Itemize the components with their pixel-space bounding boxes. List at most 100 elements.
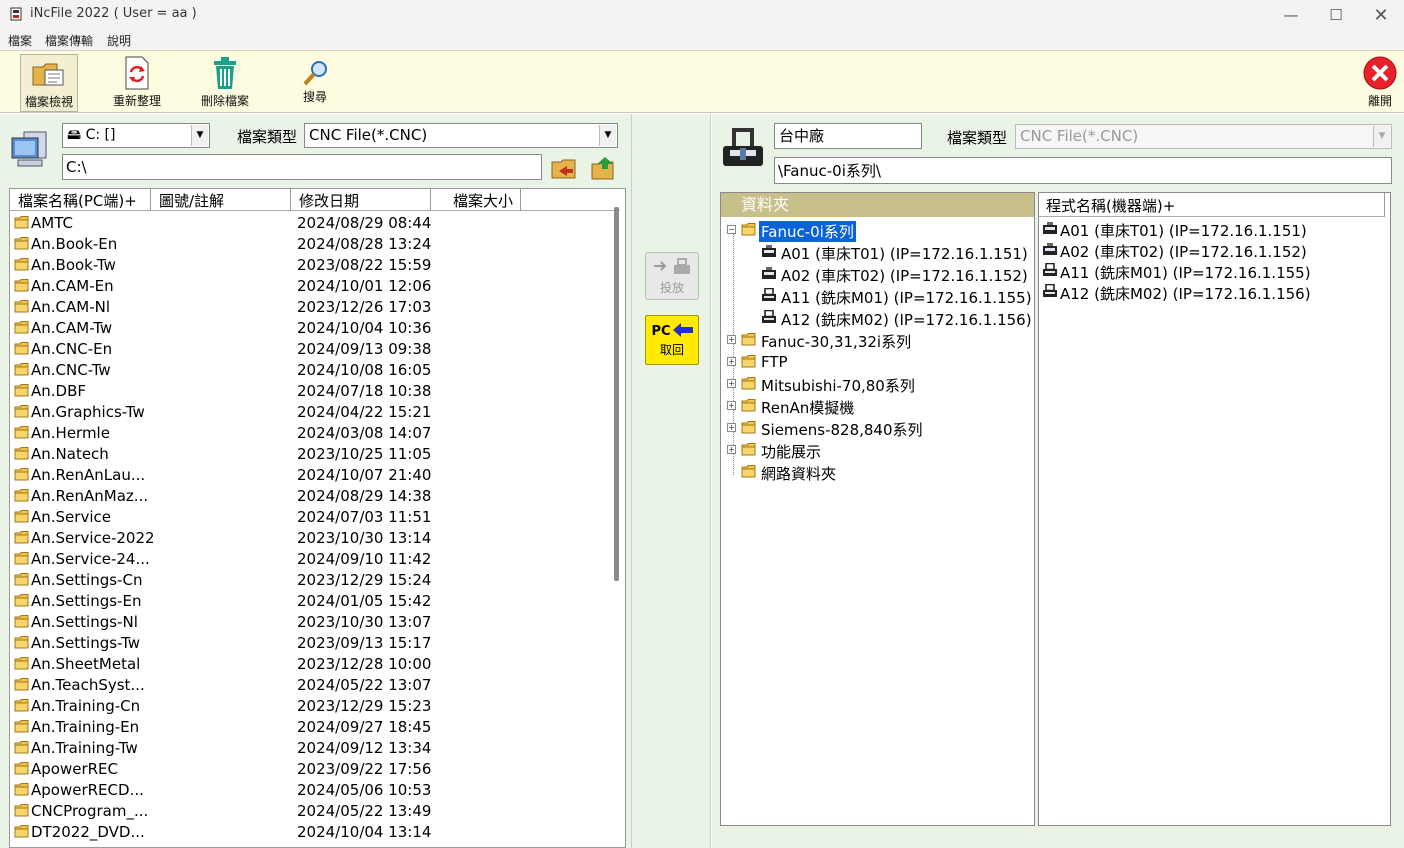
file-row[interactable]: An.SheetMetal 2023/12/28 10:00 — [10, 653, 610, 674]
refresh-button[interactable]: 重新整理 — [108, 54, 166, 112]
file-row[interactable]: An.Settings-En 2024/01/05 15:42 — [10, 590, 610, 611]
file-row[interactable]: An.RenAnMaz... 2024/08/29 14:38 — [10, 485, 610, 506]
folder-tree-header: 資料夾 — [721, 193, 1034, 217]
chevron-down-icon[interactable]: ▼ — [599, 125, 616, 146]
tree-folder-node[interactable]: + Siemens-828,840系列 — [721, 417, 1034, 439]
file-row[interactable]: An.Graphics-Tw 2024/04/22 15:21 — [10, 401, 610, 422]
file-date: 2023/09/13 15:17 — [297, 634, 432, 652]
tree-machine-node[interactable]: A11 (銑床M01) (IP=172.16.1.155) — [721, 285, 1034, 307]
file-row[interactable]: An.DBF 2024/07/18 10:38 — [10, 380, 610, 401]
file-row[interactable]: An.Settings-Nl 2023/10/30 13:07 — [10, 611, 610, 632]
file-row[interactable]: An.CAM-Nl 2023/12/26 17:03 — [10, 296, 610, 317]
tree-folder-node[interactable]: − Fanuc-0i系列 — [721, 219, 1034, 242]
folder-view-icon — [31, 55, 67, 93]
file-row[interactable]: An.Service-24... 2024/09/10 11:42 — [10, 548, 610, 569]
file-name: An.Settings-En — [31, 592, 142, 610]
receive-to-pc-button[interactable]: PC 取回 — [645, 315, 699, 365]
tree-folder-node[interactable]: 網路資料夾 — [721, 461, 1034, 483]
close-window-button[interactable]: ✕ — [1358, 0, 1404, 30]
file-row[interactable]: An.Training-En 2024/09/27 18:45 — [10, 716, 610, 737]
trash-icon — [211, 54, 239, 92]
file-date: 2024/07/18 10:38 — [297, 382, 432, 400]
exit-button[interactable]: 離開 — [1359, 54, 1401, 112]
program-row[interactable]: A11 (銑床M01) (IP=172.16.1.155) — [1039, 261, 1385, 282]
file-row[interactable]: An.TeachSyst... 2024/05/22 13:07 — [10, 674, 610, 695]
file-row[interactable]: An.Service 2024/07/03 11:51 — [10, 506, 610, 527]
file-date: 2024/10/04 10:36 — [297, 319, 432, 337]
file-row[interactable]: CNCProgram_... 2024/05/22 13:49 — [10, 800, 610, 821]
file-type-select[interactable]: CNC File(*.CNC) ▼ — [304, 123, 618, 148]
file-row[interactable]: An.Settings-Tw 2023/09/13 15:17 — [10, 632, 610, 653]
factory-input[interactable]: 台中廠 — [774, 123, 922, 149]
file-name: AMTC — [31, 214, 73, 232]
view-files-button[interactable]: 檔案檢視 — [20, 54, 78, 112]
file-name: An.DBF — [31, 382, 87, 400]
expand-icon[interactable]: + — [727, 445, 736, 454]
pc-file-list[interactable]: 檔案名稱(PC端)+ 圖號/註解 修改日期 檔案大小 AMTC 2024/08/2… — [9, 188, 626, 848]
delete-file-button[interactable]: 刪除檔案 — [196, 54, 254, 112]
file-row[interactable]: An.Book-Tw 2023/08/22 15:59 — [10, 254, 610, 275]
menu-file[interactable]: 檔案 — [8, 32, 32, 49]
expand-icon[interactable]: + — [727, 423, 736, 432]
expand-icon[interactable]: + — [727, 401, 736, 410]
file-list-scrollbar[interactable] — [614, 207, 619, 581]
file-row[interactable]: An.CAM-Tw 2024/10/04 10:36 — [10, 317, 610, 338]
expand-icon[interactable]: + — [727, 357, 736, 366]
tree-machine-node[interactable]: A12 (銑床M02) (IP=172.16.1.156) — [721, 307, 1034, 329]
machine-file-type-label: 檔案類型 — [947, 129, 1008, 147]
column-note[interactable]: 圖號/註解 — [151, 189, 291, 211]
file-row[interactable]: An.CAM-En 2024/10/01 12:06 — [10, 275, 610, 296]
file-row[interactable]: An.RenAnLau... 2024/10/07 21:40 — [10, 464, 610, 485]
tree-folder-node[interactable]: + RenAn模擬機 — [721, 395, 1034, 417]
file-row[interactable]: An.Book-En 2024/08/28 13:24 — [10, 233, 610, 254]
file-row[interactable]: ApowerRECD... 2024/05/06 10:53 — [10, 779, 610, 800]
chevron-down-icon[interactable]: ▼ — [1373, 126, 1390, 147]
program-row[interactable]: A02 (車床T02) (IP=172.16.1.152) — [1039, 240, 1385, 261]
file-row[interactable]: DT2022_DVD... 2024/10/04 13:14 — [10, 821, 610, 842]
file-row[interactable]: An.Settings-Cn 2023/12/29 15:24 — [10, 569, 610, 590]
file-row[interactable]: An.Training-Cn 2023/12/29 15:23 — [10, 695, 610, 716]
menu-transfer[interactable]: 檔案傳輸 — [45, 32, 93, 49]
refresh-icon — [122, 54, 152, 92]
file-name: An.Graphics-Tw — [31, 403, 145, 421]
program-row[interactable]: A12 (銑床M02) (IP=172.16.1.156) — [1039, 282, 1385, 303]
program-row[interactable]: A01 (車床T01) (IP=172.16.1.151) — [1039, 219, 1385, 240]
maximize-button[interactable]: ☐ — [1313, 0, 1359, 30]
tree-folder-node[interactable]: + 功能展示 — [721, 439, 1034, 461]
file-row[interactable]: An.Natech 2023/10/25 11:05 — [10, 443, 610, 464]
folder-up-icon[interactable] — [551, 158, 579, 184]
folder-open-icon[interactable] — [591, 156, 617, 184]
file-row[interactable]: An.Hermle 2024/03/08 14:07 — [10, 422, 610, 443]
collapse-icon[interactable]: − — [727, 225, 736, 234]
tree-machine-node[interactable]: A02 (車床T02) (IP=172.16.1.152) — [721, 263, 1034, 285]
tree-folder-node[interactable]: + Fanuc-30,31,32i系列 — [721, 329, 1034, 351]
search-button[interactable]: 搜尋 — [294, 54, 336, 112]
program-list-panel[interactable]: 程式名稱(機器端)+ A01 (車床T01) (IP=172.16.1.151)… — [1038, 192, 1391, 826]
chevron-down-icon[interactable]: ▼ — [191, 125, 208, 146]
minimize-button[interactable]: — — [1268, 0, 1314, 30]
file-row[interactable]: An.CNC-En 2024/09/13 09:38 — [10, 338, 610, 359]
tree-folder-node[interactable]: + Mitsubishi-70,80系列 — [721, 373, 1034, 395]
menu-help[interactable]: 說明 — [107, 32, 131, 49]
file-row[interactable]: An.Service-2022 2023/10/30 13:14 — [10, 527, 610, 548]
column-modified-date[interactable]: 修改日期 — [291, 189, 431, 211]
tree-folder-node[interactable]: + FTP — [721, 351, 1034, 373]
machine-file-type-select[interactable]: CNC File(*.CNC) ▼ — [1015, 124, 1392, 149]
column-file-size[interactable]: 檔案大小 — [431, 189, 521, 211]
program-name: A11 (銑床M01) (IP=172.16.1.155) — [1060, 264, 1311, 282]
path-input[interactable]: C:\ — [62, 154, 542, 180]
column-program-name[interactable]: 程式名稱(機器端)+ — [1039, 193, 1385, 217]
send-to-machine-button[interactable]: 投放 — [645, 252, 699, 300]
machine-path-input[interactable]: \Fanuc-0i系列\ — [774, 157, 1392, 184]
drive-select[interactable]: 🖴 C: [] ▼ — [62, 123, 210, 148]
column-file-name[interactable]: 檔案名稱(PC端)+ — [10, 189, 151, 211]
refresh-label: 重新整理 — [112, 94, 161, 108]
file-row[interactable]: An.CNC-Tw 2024/10/08 16:05 — [10, 359, 610, 380]
file-row[interactable]: ApowerREC 2023/09/22 17:56 — [10, 758, 610, 779]
file-row[interactable]: An.Training-Tw 2024/09/12 13:34 — [10, 737, 610, 758]
file-date: 2024/10/08 16:05 — [297, 361, 432, 379]
expand-icon[interactable]: + — [727, 335, 736, 344]
file-row[interactable]: AMTC 2024/08/29 08:44 — [10, 212, 610, 233]
expand-icon[interactable]: + — [727, 379, 736, 388]
tree-machine-node[interactable]: A01 (車床T01) (IP=172.16.1.151) — [721, 241, 1034, 263]
